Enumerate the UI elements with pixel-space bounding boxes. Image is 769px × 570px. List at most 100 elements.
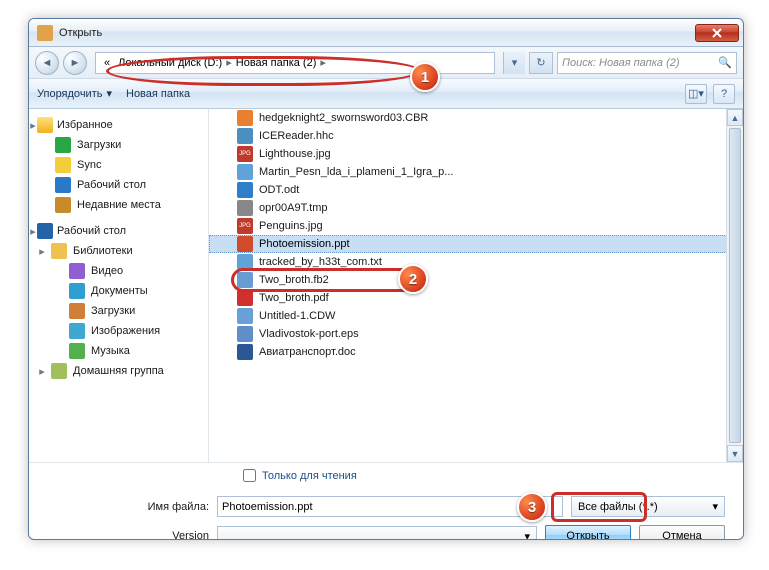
- sidebar-item-documents[interactable]: Документы: [29, 281, 208, 301]
- breadcrumb-dropdown[interactable]: ▾: [503, 52, 525, 74]
- file-row[interactable]: ODT.odt: [209, 181, 743, 199]
- breadcrumb-folder[interactable]: Новая папка (2): [232, 57, 321, 69]
- file-row[interactable]: ICEReader.hhc: [209, 127, 743, 145]
- scroll-down-icon[interactable]: ▼: [727, 445, 743, 462]
- sidebar-homegroup[interactable]: ▸Домашняя группа: [29, 361, 208, 381]
- file-row[interactable]: Untitled-1.CDW: [209, 307, 743, 325]
- sidebar-item-sync[interactable]: Sync: [29, 155, 208, 175]
- jpg-icon: JPG: [237, 218, 253, 234]
- sidebar-libraries[interactable]: ▸Библиотеки: [29, 241, 208, 261]
- file-row[interactable]: hedgeknight2_swornsword03.CBR: [209, 109, 743, 127]
- sidebar-item-downloads2[interactable]: Загрузки: [29, 301, 208, 321]
- music-icon: [69, 343, 85, 359]
- file-row[interactable]: opr00A9T.tmp: [209, 199, 743, 217]
- images-icon: [69, 323, 85, 339]
- breadcrumb-prefix: «: [100, 57, 114, 69]
- callout-number-2: 2: [398, 264, 428, 294]
- chevron-down-icon: ▾: [712, 500, 718, 513]
- video-icon: [69, 263, 85, 279]
- file-row[interactable]: Two_broth.fb2: [209, 271, 743, 289]
- readonly-row: Только для чтения: [29, 462, 743, 488]
- file-row[interactable]: Авиатранспорт.doc: [209, 343, 743, 361]
- close-icon: [712, 28, 722, 38]
- sidebar-item-video[interactable]: Видео: [29, 261, 208, 281]
- chevron-down-icon: ▾: [524, 530, 530, 541]
- file-icon: [237, 128, 253, 144]
- file-icon: [237, 272, 253, 288]
- version-label: Version: [47, 530, 209, 540]
- footer: Имя файла: Все файлы (*.*)▾ Version ▾ От…: [29, 488, 743, 540]
- chevron-down-icon: ▾: [106, 87, 112, 100]
- file-icon: [237, 110, 253, 126]
- documents-icon: [69, 283, 85, 299]
- view-menu[interactable]: ◫▾: [685, 84, 707, 104]
- breadcrumb-disk[interactable]: Локальный диск (D:): [114, 57, 226, 69]
- filter-combo[interactable]: Все файлы (*.*)▾: [571, 496, 725, 517]
- sidebar-item-music[interactable]: Музыка: [29, 341, 208, 361]
- file-icon: [237, 200, 253, 216]
- homegroup-icon: [51, 363, 67, 379]
- sidebar-item-recent[interactable]: Недавние места: [29, 195, 208, 215]
- search-placeholder: Поиск: Новая папка (2): [562, 57, 680, 69]
- scroll-thumb[interactable]: [729, 128, 741, 443]
- sidebar-item-downloads[interactable]: Загрузки: [29, 135, 208, 155]
- sidebar-item-images[interactable]: Изображения: [29, 321, 208, 341]
- organize-menu[interactable]: Упорядочить▾: [37, 87, 112, 100]
- toolbar: Упорядочить▾ Новая папка ◫▾ ?: [29, 79, 743, 109]
- open-button[interactable]: Открыть: [545, 525, 631, 540]
- pdf-icon: [237, 290, 253, 306]
- sidebar-favorites[interactable]: ▸Избранное: [29, 115, 208, 135]
- sidebar-item-desktop[interactable]: Рабочий стол: [29, 175, 208, 195]
- callout-number-1: 1: [410, 62, 440, 92]
- close-button[interactable]: [695, 24, 739, 42]
- readonly-checkbox-label[interactable]: Только для чтения: [243, 469, 743, 482]
- file-list[interactable]: hedgeknight2_swornsword03.CBR ICEReader.…: [209, 109, 743, 462]
- search-icon: 🔍: [718, 56, 732, 69]
- file-row[interactable]: JPGLighthouse.jpg: [209, 145, 743, 163]
- folder-icon: [55, 137, 71, 153]
- scrollbar[interactable]: ▲ ▼: [726, 109, 743, 462]
- ppt-icon: [237, 236, 253, 252]
- star-icon: [37, 117, 53, 133]
- file-row[interactable]: Martin_Pesn_lda_i_plameni_1_Igra_p...: [209, 163, 743, 181]
- folder-icon: [55, 157, 71, 173]
- file-row[interactable]: JPGPenguins.jpg: [209, 217, 743, 235]
- dialog-body: ▸Избранное Загрузки Sync Рабочий стол Не…: [29, 109, 743, 462]
- file-row[interactable]: tracked_by_h33t_com.txt: [209, 253, 743, 271]
- jpg-icon: JPG: [237, 146, 253, 162]
- recent-icon: [55, 197, 71, 213]
- search-input[interactable]: Поиск: Новая папка (2) 🔍: [557, 52, 737, 74]
- doc-icon: [237, 344, 253, 360]
- file-row[interactable]: Two_broth.pdf: [209, 289, 743, 307]
- file-row[interactable]: Vladivostok-port.eps: [209, 325, 743, 343]
- titlebar: Открыть: [29, 19, 743, 47]
- open-dialog: Открыть ◄ ► « Локальный диск (D:) ▸ Нова…: [28, 18, 744, 540]
- file-icon: [237, 182, 253, 198]
- folder-icon: [69, 303, 85, 319]
- help-button[interactable]: ?: [713, 84, 735, 104]
- desktop-icon: [37, 223, 53, 239]
- file-icon: [237, 164, 253, 180]
- refresh-button[interactable]: ↻: [529, 52, 553, 74]
- desktop-icon: [55, 177, 71, 193]
- filename-input[interactable]: [217, 496, 563, 517]
- sidebar: ▸Избранное Загрузки Sync Рабочий стол Не…: [29, 109, 209, 462]
- library-icon: [51, 243, 67, 259]
- file-icon: [237, 308, 253, 324]
- cancel-button[interactable]: Отмена: [639, 525, 725, 540]
- forward-button[interactable]: ►: [63, 51, 87, 75]
- back-button[interactable]: ◄: [35, 51, 59, 75]
- callout-number-3: 3: [517, 492, 547, 522]
- app-icon: [37, 25, 53, 41]
- version-combo[interactable]: ▾: [217, 526, 537, 541]
- scroll-up-icon[interactable]: ▲: [727, 109, 743, 126]
- readonly-checkbox[interactable]: [243, 469, 256, 482]
- sidebar-desktop-group[interactable]: ▸Рабочий стол: [29, 221, 208, 241]
- new-folder-button[interactable]: Новая папка: [126, 88, 190, 100]
- filename-label: Имя файла:: [47, 501, 209, 513]
- window-title: Открыть: [59, 27, 695, 39]
- file-icon: [237, 326, 253, 342]
- file-row-selected[interactable]: Photoemission.ppt: [209, 235, 743, 253]
- nav-bar: ◄ ► « Локальный диск (D:) ▸ Новая папка …: [29, 47, 743, 79]
- chevron-right-icon: ▸: [320, 56, 326, 69]
